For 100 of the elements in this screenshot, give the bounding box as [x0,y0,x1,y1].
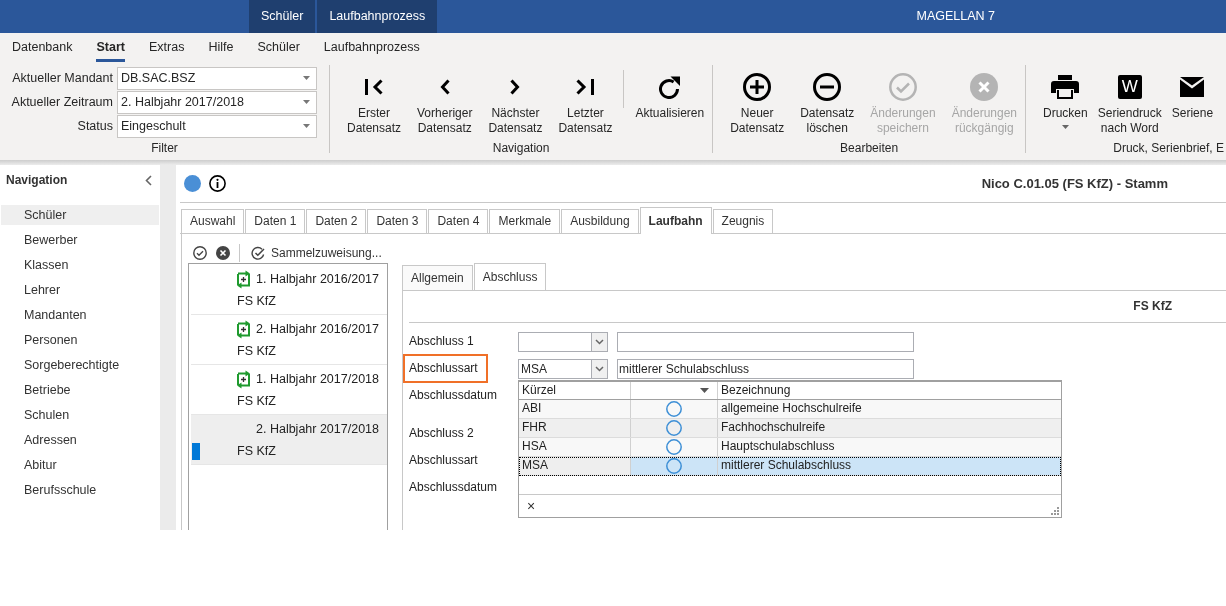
dropdown-button[interactable] [591,332,607,351]
chevron-left-icon[interactable] [145,174,152,186]
group-label: Druck, Serienbrief, E [1113,141,1224,155]
nav-item[interactable]: Personen [1,330,159,350]
nav-item[interactable]: Mandanten [1,305,159,325]
text-field[interactable]: mittlerer Schulabschluss [617,358,914,379]
ribbon-tab[interactable]: Datenbank [12,33,73,62]
next-button[interactable]: Nächster Datensatz [480,62,551,138]
field-label: Status [76,118,114,134]
chevron-down-icon [595,338,604,345]
radio-circle-icon[interactable] [666,400,682,417]
list-item[interactable]: 2. Halbjahr 2016/2017 FS KfZ [191,315,387,365]
tab[interactable]: Auswahl [181,209,245,233]
chevron-left-icon [439,79,450,95]
selection-bar-icon [192,443,200,460]
field-label: Abschluss 2 [408,425,475,442]
field-label: Abschlussart [408,452,479,469]
first-button[interactable]: Erster Datensatz [339,62,410,138]
print-button[interactable]: Drucken [1038,62,1093,138]
tab[interactable]: Daten 1 [245,209,306,233]
tab[interactable]: Laufbahn [639,207,712,234]
panel-title: Navigation [6,172,68,188]
caret-icon [303,100,310,104]
tab[interactable]: Ausbildung [561,209,639,233]
nav-item[interactable]: Lehrer [1,280,159,300]
context-tab[interactable]: Schüler [249,0,316,33]
field-label: Abschlussart [403,354,488,383]
x-circle-icon[interactable] [216,246,230,260]
nav-item[interactable]: Berufsschule [1,480,159,500]
dropdown-field[interactable]: DB.SAC.BSZ [117,66,317,90]
table-cell-text: allgemeine Hochschulreife [720,400,863,417]
radio-circle-icon[interactable] [666,419,682,436]
assign-button[interactable]: Sammelzuweisung... [249,245,384,261]
table-cell: FHR [519,418,631,437]
chevron-down-icon [595,365,604,372]
tab[interactable]: Merkmale [489,209,561,233]
word-button[interactable]: W Seriendruck nach Word [1092,62,1167,138]
radio-circle-icon[interactable] [666,457,682,474]
dropdown-button[interactable] [591,359,607,378]
list-item[interactable]: 2. Halbjahr 2017/2018 FS KfZ [191,415,387,465]
nav-item[interactable]: Schüler [1,205,159,225]
tab[interactable]: Abschluss [473,263,547,291]
tab[interactable]: Zeugnis [712,209,774,233]
refresh-button[interactable]: Aktualisieren [627,62,713,138]
field-label: Abschlussdatum [408,479,499,496]
field-label: Abschlussdatum [408,387,499,404]
ribbon-tab[interactable]: Schüler [257,33,300,62]
resize-grip-icon[interactable] [1051,506,1059,515]
tab[interactable]: Daten 2 [306,209,367,233]
table-cell-text: Hauptschulabschluss [720,438,836,455]
new-button[interactable]: Neuer Datensatz [722,62,793,138]
mail-button[interactable]: Seriene [1166,62,1219,138]
delete-button[interactable]: Datensatz löschen [792,62,863,138]
previous-button[interactable]: Vorheriger Datensatz [409,62,481,138]
table-cell-text: Fachhochschulreife [720,419,827,436]
printer-icon [1051,75,1080,99]
nav-item[interactable]: Schulen [1,405,159,425]
window-title: MAGELLAN 7 [916,9,995,24]
tab[interactable]: Daten 4 [428,209,489,233]
group-label: Filter [151,141,178,155]
dropdown-field[interactable]: Eingeschult [117,114,317,138]
ribbon-tab[interactable]: Start [96,33,125,62]
nav-item[interactable]: Adressen [1,430,159,450]
column-header[interactable]: Kürzel [519,381,631,399]
tab[interactable]: Daten 3 [367,209,428,233]
record-title: Nico C.01.05 (FS KfZ) - Stamm [981,176,1169,191]
dropdown-field[interactable]: 2. Halbjahr 2017/2018 [117,90,317,114]
radio-circle-icon[interactable] [666,438,682,455]
check-circle-icon[interactable] [193,246,207,260]
caret-icon [303,124,310,128]
refresh-icon [658,75,682,99]
tab[interactable]: Allgemein [402,265,473,290]
nav-item[interactable]: Bewerber [1,230,159,250]
ribbon-tab[interactable]: Laufbahnprozess [323,33,420,62]
context-tab[interactable]: Laufbahnprozess [317,0,438,33]
info-icon[interactable] [209,175,226,192]
nav-item[interactable]: Sorgeberechtigte [1,355,159,375]
chevron-right-icon [510,79,521,95]
clear-button[interactable]: × [524,497,539,514]
nav-item[interactable]: Abitur [1,455,159,475]
group-label: Navigation [492,141,550,155]
caret-icon [303,76,310,80]
plus-circle-icon [743,73,772,101]
combo-box[interactable]: MSA [518,358,608,379]
combo-box[interactable] [518,331,608,352]
list-item[interactable]: 1. Halbjahr 2016/2017 FS KfZ [191,265,387,315]
last-button[interactable]: Letzter Datensatz [550,62,621,138]
table-cell: ABI [519,399,631,418]
envelope-icon [1180,77,1205,97]
nav-item[interactable]: Betriebe [1,380,159,400]
ribbon-tab[interactable]: Hilfe [208,33,234,62]
letter-tile-icon: W [1117,75,1142,99]
group-label: Bearbeiten [840,141,899,155]
double-check-icon [251,246,265,260]
check-circle-icon [888,73,917,101]
text-field[interactable] [617,331,914,352]
ribbon-tab[interactable]: Extras [148,33,185,62]
bar-chevron-left-icon [365,79,383,95]
nav-item[interactable]: Klassen [1,255,159,275]
column-header[interactable]: Bezeichnung [718,381,1061,399]
